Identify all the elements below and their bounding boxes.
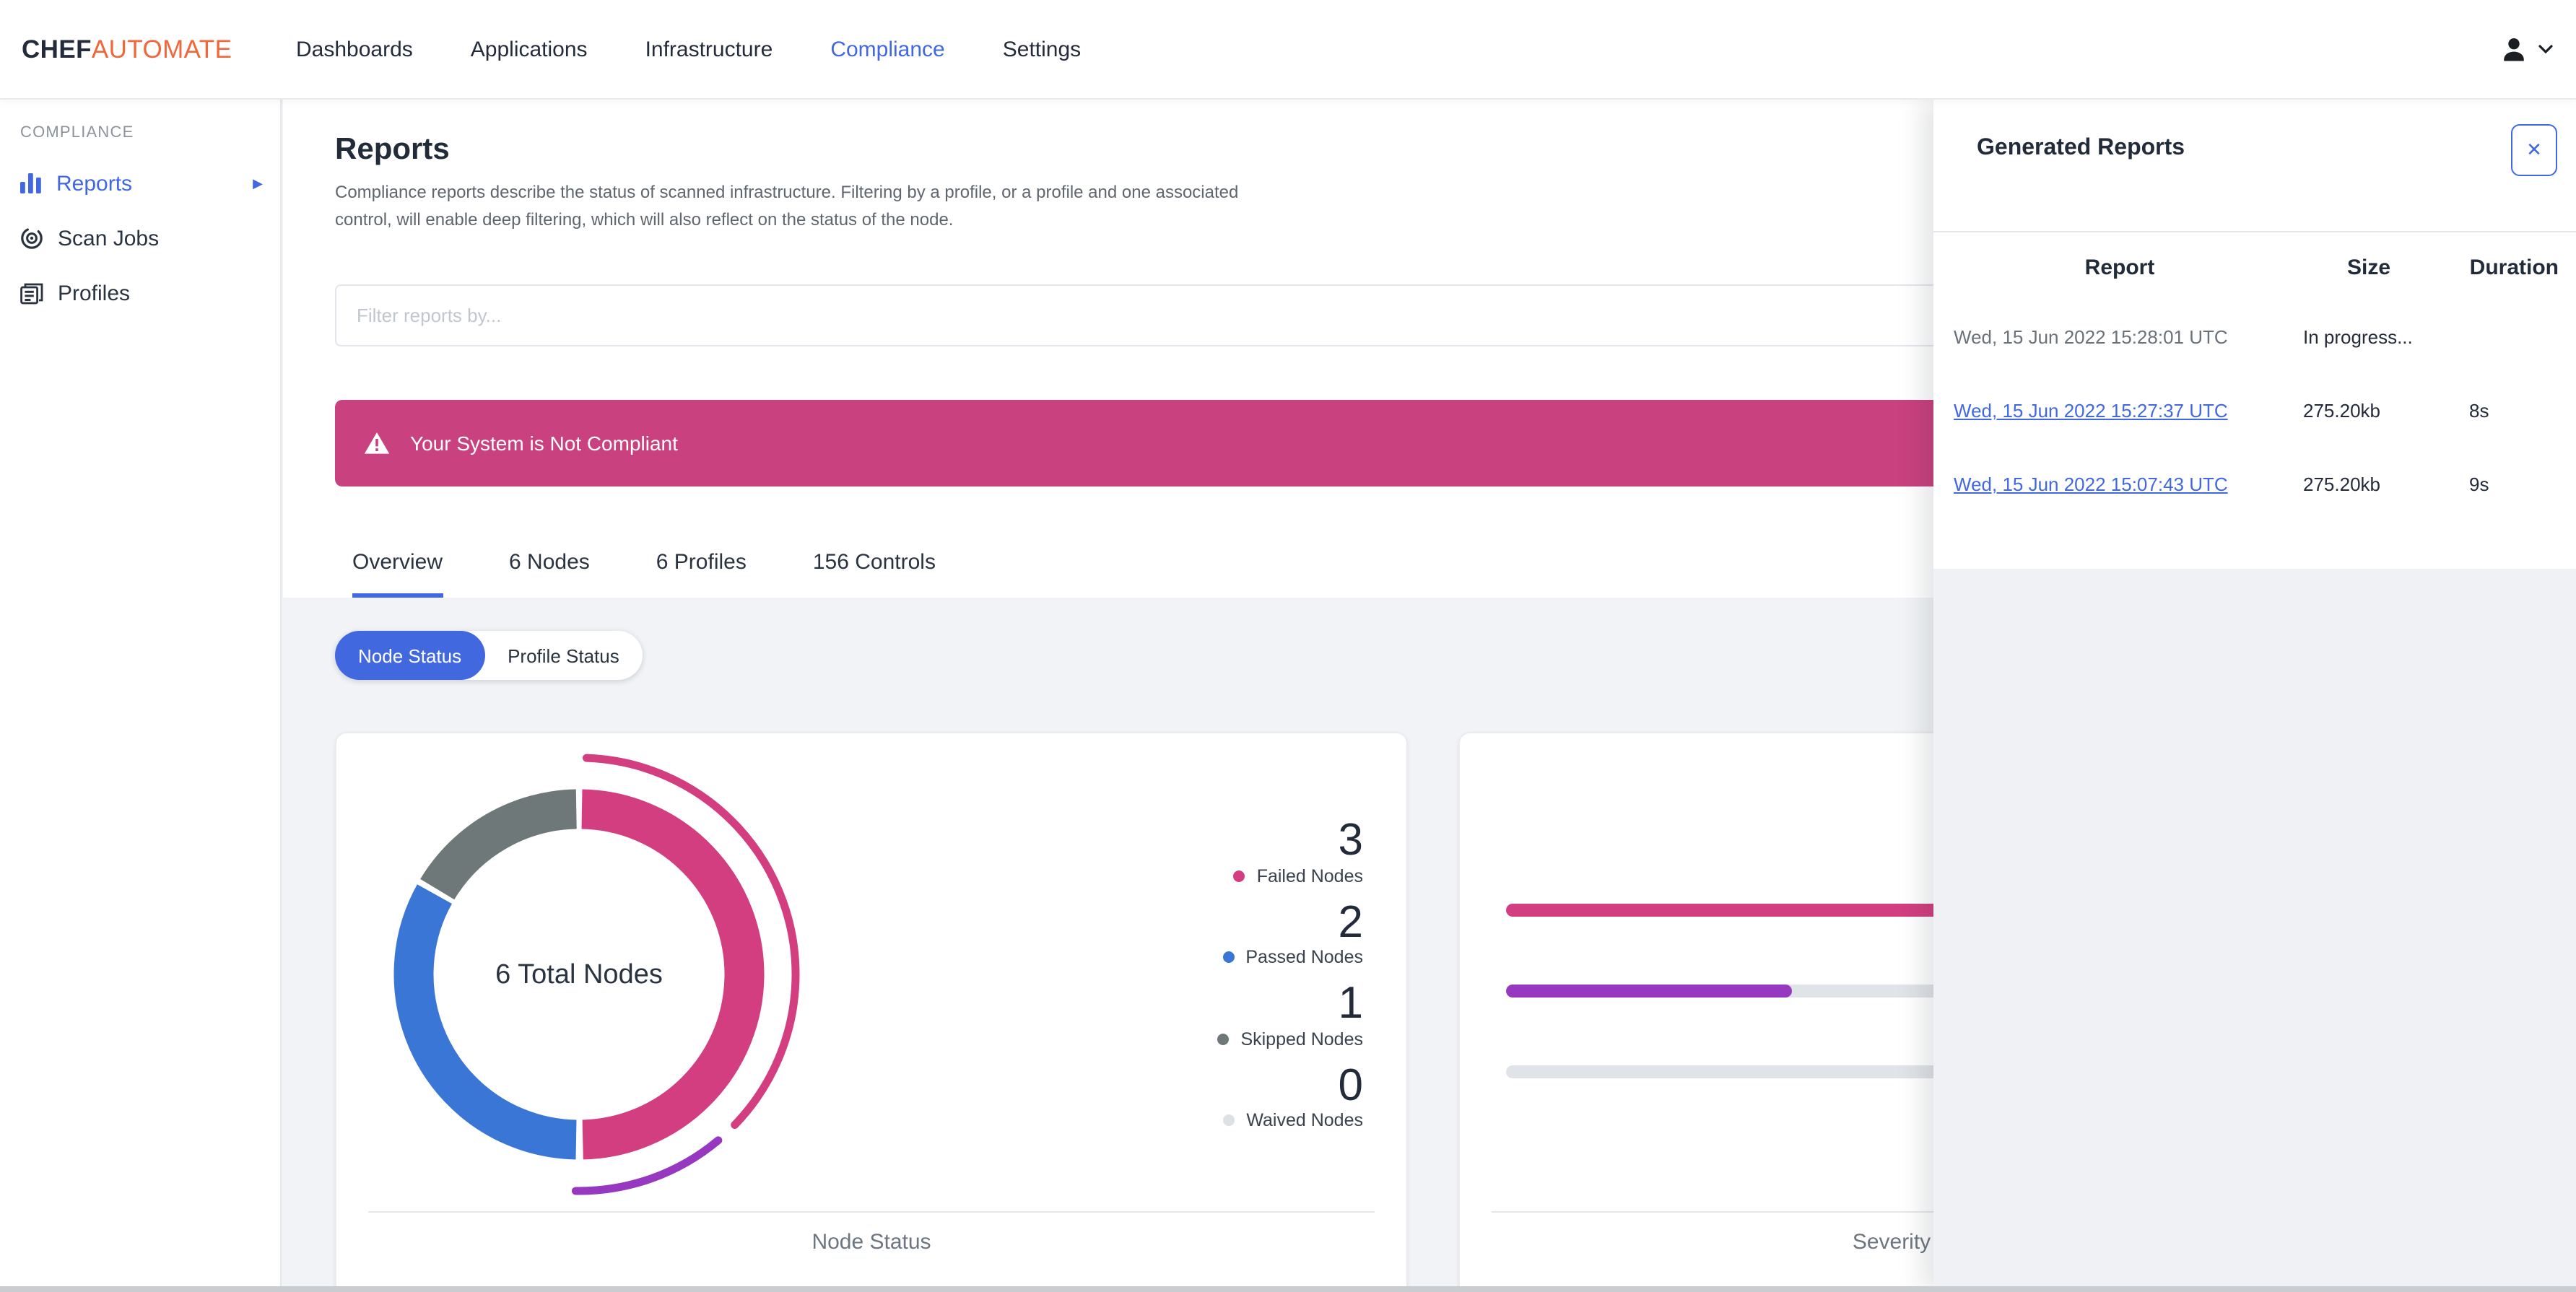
sidebar-item-scan-jobs[interactable]: Scan Jobs — [0, 211, 280, 266]
nav-settings[interactable]: Settings — [1003, 37, 1081, 61]
severity-bar-major — [1506, 985, 1793, 998]
donut-total-label: 6 Total Nodes — [495, 960, 663, 990]
reports-table-body: Wed, 15 Jun 2022 15:28:01 UTC In progres… — [1933, 300, 2576, 521]
nav-applications[interactable]: Applications — [471, 37, 588, 61]
legend-waived[interactable]: 0 Waived Nodes — [1146, 1059, 1364, 1131]
logo-automate-text: AUTOMATE — [91, 34, 232, 63]
generated-reports-panel: Generated Reports ✕ Report Size Duration… — [1933, 98, 2576, 1292]
generated-reports-title: Generated Reports — [1977, 136, 2185, 160]
chevron-down-icon — [2538, 44, 2553, 54]
node-status-card: 6 Total Nodes 3 Failed Nodes 2 Passed No… — [335, 732, 1408, 1292]
scan-target-icon — [20, 227, 43, 250]
app-root: CHEF AUTOMATE Dashboards Applications Inf… — [0, 0, 2576, 1292]
logo-chef-text: CHEF — [22, 34, 92, 63]
warning-triangle-icon — [364, 432, 390, 455]
report-date: Wed, 15 Jun 2022 15:28:01 UTC — [1954, 326, 2228, 348]
sidebar-item-label: Reports — [56, 171, 133, 196]
column-size: Size — [2346, 255, 2390, 279]
legend-count: 2 — [1338, 896, 1364, 947]
user-avatar-icon — [2498, 33, 2530, 65]
chef-automate-logo[interactable]: CHEF AUTOMATE — [22, 0, 232, 98]
failed-dot-icon — [1233, 870, 1245, 882]
skipped-dot-icon — [1217, 1033, 1230, 1045]
top-navbar: CHEF AUTOMATE Dashboards Applications Inf… — [0, 0, 2576, 98]
legend-label: Failed Nodes — [1256, 865, 1363, 886]
table-row: Wed, 15 Jun 2022 15:07:43 UTC 275.20kb 9… — [1933, 448, 2576, 521]
column-report: Report — [2084, 255, 2155, 279]
report-duration: 8s — [2469, 400, 2489, 422]
close-panel-button[interactable]: ✕ — [2511, 124, 2557, 176]
sidebar-item-reports[interactable]: Reports ▶ — [0, 156, 280, 211]
legend-passed[interactable]: 2 Passed Nodes — [1146, 896, 1364, 968]
report-download-link[interactable]: Wed, 15 Jun 2022 15:07:43 UTC — [1954, 473, 2228, 495]
status-toggle: Node Status Profile Status — [335, 631, 643, 680]
close-icon: ✕ — [2526, 139, 2542, 160]
horizontal-scrollbar[interactable] — [0, 1286, 2576, 1292]
waived-dot-icon — [1223, 1114, 1235, 1127]
node-status-toggle[interactable]: Node Status — [335, 631, 485, 680]
table-row: Wed, 15 Jun 2022 15:27:37 UTC 275.20kb 8… — [1933, 374, 2576, 448]
tab-nodes[interactable]: 6 Nodes — [509, 550, 590, 598]
report-size: 275.20kb — [2303, 473, 2380, 495]
nav-dashboards[interactable]: Dashboards — [296, 37, 413, 61]
report-tabs: Overview 6 Nodes 6 Profiles 156 Controls — [352, 531, 936, 598]
card-divider — [368, 1211, 1375, 1213]
node-status-card-title: Node Status — [811, 1230, 931, 1254]
sidebar-item-label: Profiles — [58, 281, 131, 305]
nav-infrastructure[interactable]: Infrastructure — [645, 37, 773, 61]
sidebar-item-profiles[interactable]: Profiles — [0, 266, 280, 320]
legend-label: Passed Nodes — [1245, 947, 1363, 968]
profile-status-toggle[interactable]: Profile Status — [484, 631, 643, 680]
compliance-sidebar: COMPLIANCE Reports ▶ Scan Jobs Profiles — [0, 98, 282, 1292]
sidebar-section-label: COMPLIANCE — [20, 124, 134, 141]
report-size: 275.20kb — [2303, 400, 2380, 422]
chevron-right-icon: ▶ — [253, 175, 263, 190]
legend-label: Skipped Nodes — [1240, 1029, 1363, 1049]
passed-dot-icon — [1222, 951, 1235, 964]
report-size: In progress... — [2303, 326, 2413, 348]
page-title: Reports — [335, 133, 450, 166]
report-download-link[interactable]: Wed, 15 Jun 2022 15:27:37 UTC — [1954, 400, 2228, 422]
legend-count: 0 — [1338, 1059, 1364, 1110]
legend-skipped[interactable]: 1 Skipped Nodes — [1146, 977, 1364, 1049]
legend-count: 3 — [1338, 814, 1364, 865]
legend-failed[interactable]: 3 Failed Nodes — [1146, 814, 1364, 886]
nav-compliance[interactable]: Compliance — [830, 37, 944, 61]
legend-label: Waived Nodes — [1246, 1110, 1363, 1131]
panel-divider — [1933, 231, 2576, 232]
node-status-legend: 3 Failed Nodes 2 Passed Nodes 1 Skipped … — [1146, 814, 1364, 1143]
table-row: Wed, 15 Jun 2022 15:28:01 UTC In progres… — [1933, 300, 2576, 374]
tab-profiles[interactable]: 6 Profiles — [656, 550, 747, 598]
sidebar-item-label: Scan Jobs — [58, 226, 160, 250]
report-duration: 9s — [2469, 473, 2489, 495]
legend-count: 1 — [1338, 977, 1364, 1029]
main-nav: Dashboards Applications Infrastructure C… — [296, 37, 1081, 61]
user-menu[interactable] — [2498, 0, 2553, 98]
tab-overview[interactable]: Overview — [352, 550, 443, 598]
column-duration: Duration — [2469, 255, 2559, 279]
tab-controls[interactable]: 156 Controls — [813, 550, 936, 598]
reports-table-header: Report Size Duration — [1933, 243, 2576, 292]
profiles-book-icon — [20, 282, 43, 304]
page-description: Compliance reports describe the status o… — [335, 182, 1239, 230]
bar-chart-icon — [20, 173, 42, 193]
banner-text: Your System is Not Compliant — [410, 432, 678, 455]
